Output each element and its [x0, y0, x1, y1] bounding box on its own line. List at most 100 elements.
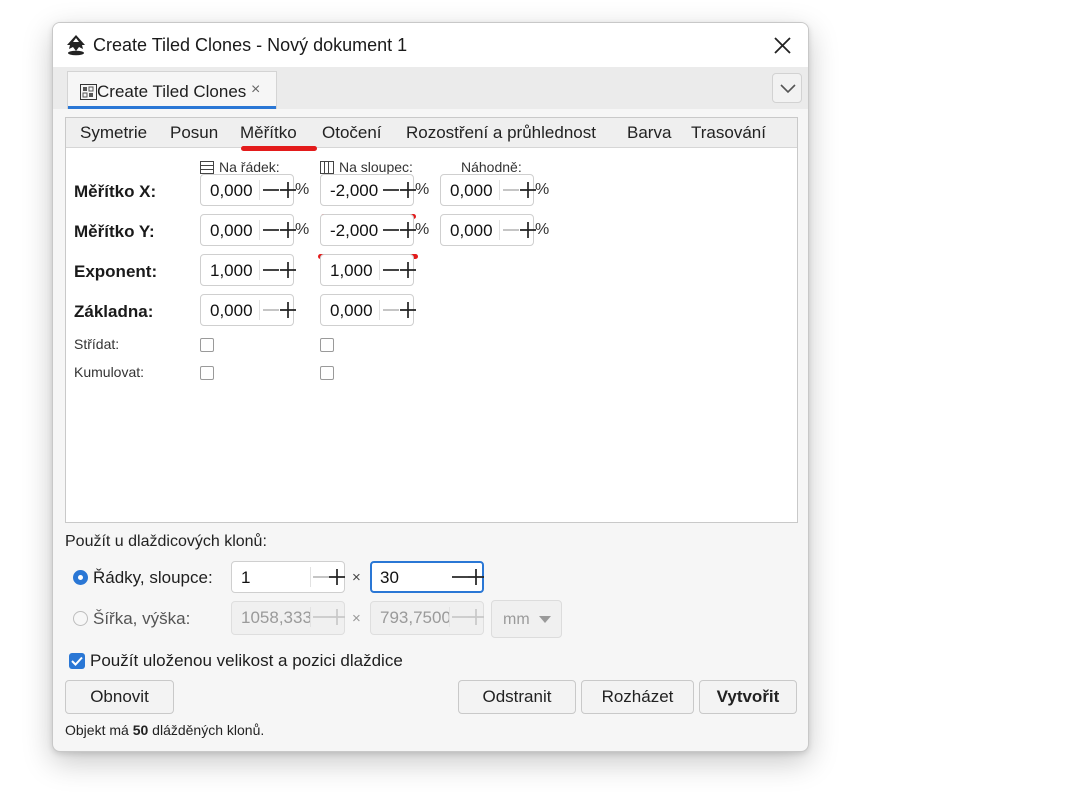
reset-button[interactable]: Obnovit: [65, 680, 174, 714]
plus-icon[interactable]: [279, 261, 297, 279]
base-per-row-value: 0,000: [210, 301, 253, 320]
col-header-per-row: Na řádek:: [200, 159, 280, 175]
scale-x-per-column-unit: %: [415, 181, 430, 198]
cumulate-per-column-checkbox[interactable]: [320, 366, 334, 380]
exponent-per-column-spinbox[interactable]: 1,000: [320, 254, 417, 286]
remove-button[interactable]: Odstranit: [458, 680, 576, 714]
rows-columns-radio[interactable]: [73, 570, 88, 585]
create-button[interactable]: Vytvořit: [699, 680, 797, 714]
tab-blur-opacity[interactable]: Rozostření a průhlednost: [406, 123, 596, 143]
scale-y-per-column-spinbox[interactable]: -2,000: [320, 214, 416, 246]
dock-tab-create-tiled-clones[interactable]: Create Tiled Clones ×: [67, 71, 277, 109]
alternate-per-column-checkbox[interactable]: [320, 338, 334, 352]
columns-icon: [320, 161, 334, 174]
minus-icon[interactable]: [262, 301, 280, 319]
scale-y-per-row-value: 0,000: [210, 221, 253, 240]
minus-icon[interactable]: [262, 261, 280, 279]
plus-icon[interactable]: [328, 608, 346, 626]
minus-icon[interactable]: [502, 221, 520, 239]
plus-icon[interactable]: [399, 261, 417, 279]
plus-icon[interactable]: [467, 568, 485, 586]
minus-icon[interactable]: [502, 181, 520, 199]
status-prefix: Objekt má: [65, 722, 133, 738]
base-per-column-spinbox[interactable]: 0,000: [320, 294, 417, 326]
col-header-random: Náhodně:: [461, 159, 522, 175]
title-bar: Create Tiled Clones - Nový dokument 1: [53, 23, 808, 67]
minus-icon[interactable]: [262, 221, 280, 239]
scale-y-per-row-spinbox[interactable]: 0,000: [200, 214, 296, 246]
plus-icon[interactable]: [399, 301, 417, 319]
plus-icon[interactable]: [279, 301, 297, 319]
chevron-down-icon: [780, 84, 796, 94]
scale-y-random-spinbox[interactable]: 0,000: [440, 214, 536, 246]
scale-x-per-column-value: -2,000: [330, 181, 379, 200]
dock-menu-button[interactable]: [772, 73, 802, 103]
plus-icon[interactable]: [467, 608, 485, 626]
minus-icon[interactable]: [382, 181, 400, 199]
window-title: Create Tiled Clones - Nový dokument 1: [93, 35, 408, 55]
alternate-label: Střídat:: [74, 336, 120, 352]
height-spinbox[interactable]: 793,7500: [370, 601, 484, 635]
exponent-per-row-spinbox[interactable]: 1,000: [200, 254, 297, 286]
minus-icon[interactable]: [382, 261, 400, 279]
tab-symmetry[interactable]: Symetrie: [80, 123, 147, 143]
close-button[interactable]: [762, 27, 802, 63]
rows-spinbox[interactable]: 1: [231, 561, 345, 593]
height-value: 793,7500: [380, 608, 450, 627]
scale-y-per-row-unit: %: [295, 221, 310, 238]
unclump-button[interactable]: Rozházet: [581, 680, 694, 714]
col-header-per-row-label: Na řádek:: [219, 159, 280, 175]
cumulate-per-row-checkbox[interactable]: [200, 366, 214, 380]
clone-count: 50: [132, 722, 149, 738]
checkmark-icon: [71, 656, 83, 666]
use-saved-size-checkbox[interactable]: [69, 653, 85, 669]
scale-y-per-column-unit: %: [415, 221, 430, 238]
width-value: 1058,333: [241, 608, 311, 627]
rows-icon: [200, 161, 214, 174]
alternate-per-row-checkbox[interactable]: [200, 338, 214, 352]
exponent-per-column-value: 1,000: [330, 261, 373, 280]
exponent-per-row-value: 1,000: [210, 261, 253, 280]
tab-trace[interactable]: Trasování: [691, 123, 766, 143]
col-header-per-column-label: Na sloupec:: [339, 159, 413, 175]
scale-x-random-value: 0,000: [450, 181, 493, 200]
width-height-radio[interactable]: [73, 611, 88, 626]
scale-x-per-column-spinbox[interactable]: -2,000: [320, 174, 416, 206]
unit-dropdown-value: mm: [503, 611, 530, 628]
scale-y-per-column-value: -2,000: [330, 221, 379, 240]
dock-tab-label: Create Tiled Clones: [97, 82, 247, 101]
minus-icon[interactable]: [262, 181, 280, 199]
tab-scale[interactable]: Měřítko: [240, 123, 297, 143]
status-suffix: dlážděných klonů.: [148, 722, 265, 738]
create-tiled-clones-dialog: Create Tiled Clones - Nový dokument 1 Cr…: [52, 22, 809, 752]
status-text: Objekt má 50 dlážděných klonů.: [65, 722, 264, 738]
columns-spinbox[interactable]: 30: [370, 561, 484, 593]
base-per-column-value: 0,000: [330, 301, 373, 320]
scale-y-random-value: 0,000: [450, 221, 493, 240]
rows-value: 1: [241, 568, 251, 587]
settings-notebook: Symetrie Posun Měřítko Otočení Rozostřen…: [65, 117, 798, 523]
dock-tab-close-icon[interactable]: ×: [251, 81, 260, 99]
tab-shift[interactable]: Posun: [170, 123, 218, 143]
row-label-scale-x: Měřítko X:: [74, 182, 157, 201]
scale-x-per-row-value: 0,000: [210, 181, 253, 200]
minus-icon[interactable]: [382, 221, 400, 239]
scale-x-per-row-unit: %: [295, 181, 310, 198]
row-label-base: Základna:: [74, 302, 154, 321]
base-per-row-spinbox[interactable]: 0,000: [200, 294, 297, 326]
row-label-exponent: Exponent:: [74, 262, 158, 281]
width-spinbox[interactable]: 1058,333: [231, 601, 345, 635]
minus-icon[interactable]: [382, 301, 400, 319]
unit-dropdown[interactable]: mm: [491, 600, 562, 638]
tab-rotation[interactable]: Otočení: [322, 123, 382, 143]
columns-value: 30: [380, 568, 399, 587]
scale-x-random-spinbox[interactable]: 0,000: [440, 174, 536, 206]
scale-x-random-unit: %: [535, 181, 550, 198]
scale-y-random-unit: %: [535, 221, 550, 238]
scale-x-per-row-spinbox[interactable]: 0,000: [200, 174, 296, 206]
tab-color[interactable]: Barva: [627, 123, 671, 143]
close-icon: [774, 37, 791, 54]
col-header-per-column: Na sloupec:: [320, 159, 413, 175]
use-saved-size-label: Použít uloženou velikost a pozici dlaždi…: [90, 651, 403, 670]
plus-icon[interactable]: [328, 568, 346, 586]
